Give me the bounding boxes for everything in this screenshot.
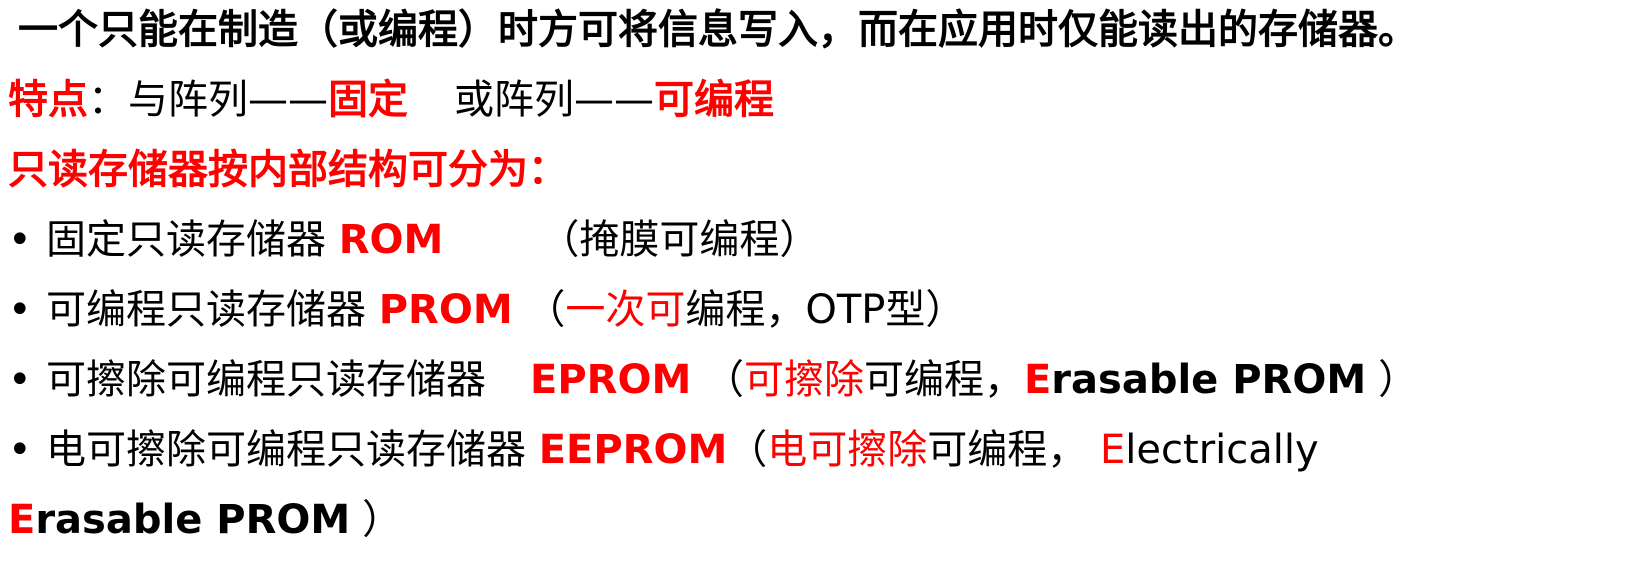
- note-close: ）: [925, 287, 966, 333]
- note-close: ）: [362, 497, 403, 543]
- english-term: rasable PROM: [1051, 357, 1367, 403]
- item-name: 电可擦除可编程只读存储器: [46, 427, 526, 473]
- english-term: rasable PROM: [35, 497, 351, 543]
- features-colon: ：: [88, 77, 128, 123]
- item-name: 可编程只读存储器: [46, 287, 366, 333]
- list-item-prom: • 可编程只读存储器 PROM （一次可编程，OTP型）: [8, 284, 965, 336]
- list-item-rom: • 固定只读存储器 ROM （掩膜可编程）: [8, 214, 819, 266]
- note-open: （: [539, 217, 580, 263]
- features-label: 特点: [8, 77, 88, 123]
- bullet-icon: •: [8, 287, 32, 333]
- item-abbr: PROM: [378, 287, 513, 333]
- english-initial: E: [1023, 357, 1052, 403]
- bullet-icon: •: [8, 357, 32, 403]
- item-note-highlight: 电可擦除: [767, 427, 928, 473]
- note-open: （: [525, 287, 566, 333]
- and-array-text: 与阵列——: [128, 77, 328, 123]
- bullet-icon: •: [8, 217, 32, 263]
- definition-text: 一个只能在制造（或编程）时方可将信息写入，而在应用时仅能读出的存储器。: [18, 7, 1418, 53]
- list-item-eeprom-continuation: Erasable PROM）: [8, 494, 402, 546]
- note-close: ）: [1378, 357, 1419, 403]
- english-initial: E: [8, 497, 36, 543]
- item-note-highlight: 一次可: [565, 287, 686, 333]
- item-abbr: EPROM: [530, 357, 692, 403]
- item-abbr: EEPROM: [538, 427, 728, 473]
- english-term: lectrically: [1125, 427, 1319, 473]
- bullet-icon: •: [8, 427, 32, 473]
- list-item-eeprom: • 电可擦除可编程只读存储器 EEPROM（电可擦除可编程， Electrical…: [8, 424, 1319, 476]
- note-open: （: [703, 357, 744, 403]
- item-note: 可编程，: [863, 357, 1024, 403]
- classification-heading: 只读存储器按内部结构可分为：: [8, 147, 568, 193]
- english-initial: E: [1100, 427, 1126, 473]
- programmable-text: 可编程: [654, 77, 774, 123]
- note-close: ）: [779, 217, 820, 263]
- item-note: 可编程，: [927, 427, 1088, 473]
- item-name: 固定只读存储器: [46, 217, 326, 263]
- or-array-text: 或阵列——: [454, 77, 654, 123]
- note-open: （: [727, 427, 768, 473]
- features-line: 特点：与阵列——固定 或阵列——可编程: [8, 74, 774, 126]
- item-note: 编程，OTP型: [685, 287, 926, 333]
- item-note-highlight: 可擦除: [743, 357, 864, 403]
- item-note: 掩膜可编程: [579, 217, 780, 263]
- item-abbr: ROM: [338, 217, 444, 263]
- fixed-text: 固定: [328, 77, 408, 123]
- list-item-eprom: • 可擦除可编程只读存储器 EPROM （可擦除可编程，Erasable PROM）: [8, 354, 1418, 406]
- item-name: 可擦除可编程只读存储器: [46, 357, 486, 403]
